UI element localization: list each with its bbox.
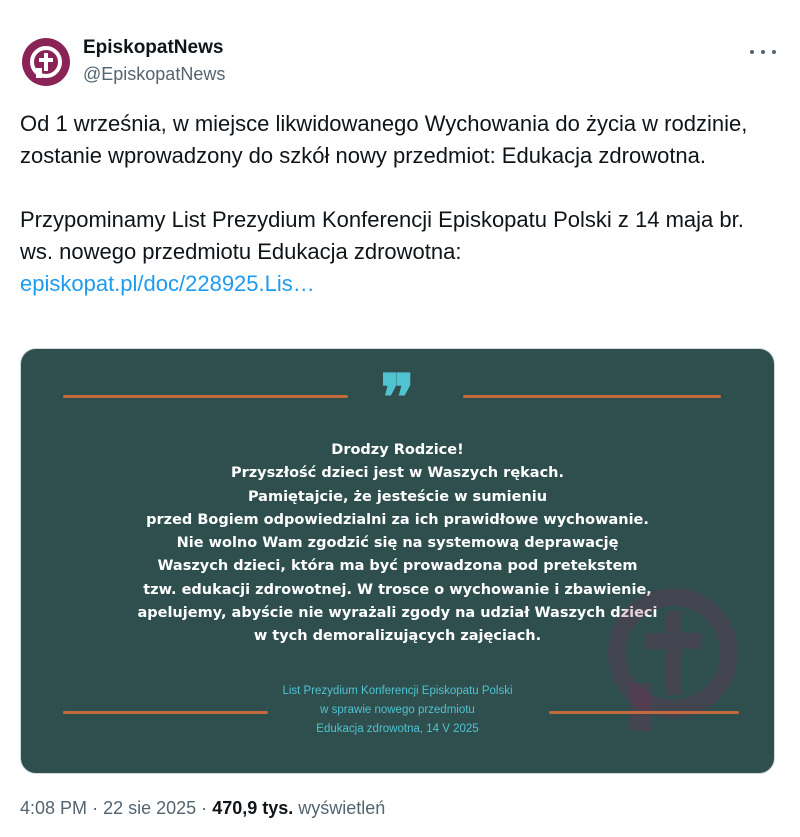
letter-line: Pamiętajcie, że jesteście w sumieniu: [247, 488, 548, 505]
author-name[interactable]: EpiskopatNews: [83, 37, 223, 59]
caption-line: w sprawie nowego przedmiotu: [320, 704, 475, 716]
caption-line: List Prezydium Konferencji Episkopatu Po…: [282, 685, 513, 697]
more-dot: [750, 50, 754, 54]
avatar[interactable]: [22, 38, 70, 86]
caption-line: Edukacja zdrowotna, 14 V 2025: [316, 723, 479, 735]
tweet-link[interactable]: episkopat.pl/doc/228925.Lis…: [20, 268, 760, 300]
letter-line: przed Bogiem odpowiedzialni za ich prawi…: [146, 511, 649, 528]
more-dot: [772, 50, 776, 54]
meta-separator: ·: [201, 798, 208, 818]
views-count: 470,9 tys.: [212, 798, 294, 818]
tweet-text: Od 1 września, w miejsce likwidowanego W…: [20, 108, 760, 300]
tweet-time[interactable]: 4:08 PM: [20, 798, 87, 818]
tweet-paragraph: Przypominamy List Prezydium Konferencji …: [20, 204, 760, 300]
letter-caption: List Prezydium Konferencji Episkopatu Po…: [21, 682, 774, 739]
meta-separator: ·: [92, 798, 99, 818]
letter-line: Drodzy Rodzice!: [331, 442, 464, 458]
views-label: wyświetleń: [298, 798, 386, 818]
tweet-paragraph: Od 1 września, w miejsce likwidowanego W…: [20, 111, 748, 168]
quote-mark-icon: ❞: [380, 361, 415, 436]
media-image[interactable]: ❞ Drodzy Rodzice! Przyszłość dzieci jest…: [20, 348, 775, 774]
tweet-paragraph-text: Przypominamy List Prezydium Konferencji …: [20, 207, 744, 264]
tweet-header: EpiskopatNews @EpiskopatNews: [20, 36, 780, 88]
letter-line: Przyszłość dzieci jest w Waszych rękach.: [230, 465, 565, 482]
tweet-meta: 4:08 PM · 22 sie 2025 · 470,9 tys. wyświ…: [20, 798, 385, 819]
more-dot: [761, 50, 765, 54]
tweet-date[interactable]: 22 sie 2025: [103, 798, 196, 818]
more-horizontal-icon[interactable]: [750, 42, 776, 62]
author-handle[interactable]: @EpiskopatNews: [83, 64, 225, 85]
letter-line: Nie wolno Wam zgodzić się na systemową d…: [176, 535, 619, 552]
cross-in-circle-logo-icon: [30, 46, 62, 78]
